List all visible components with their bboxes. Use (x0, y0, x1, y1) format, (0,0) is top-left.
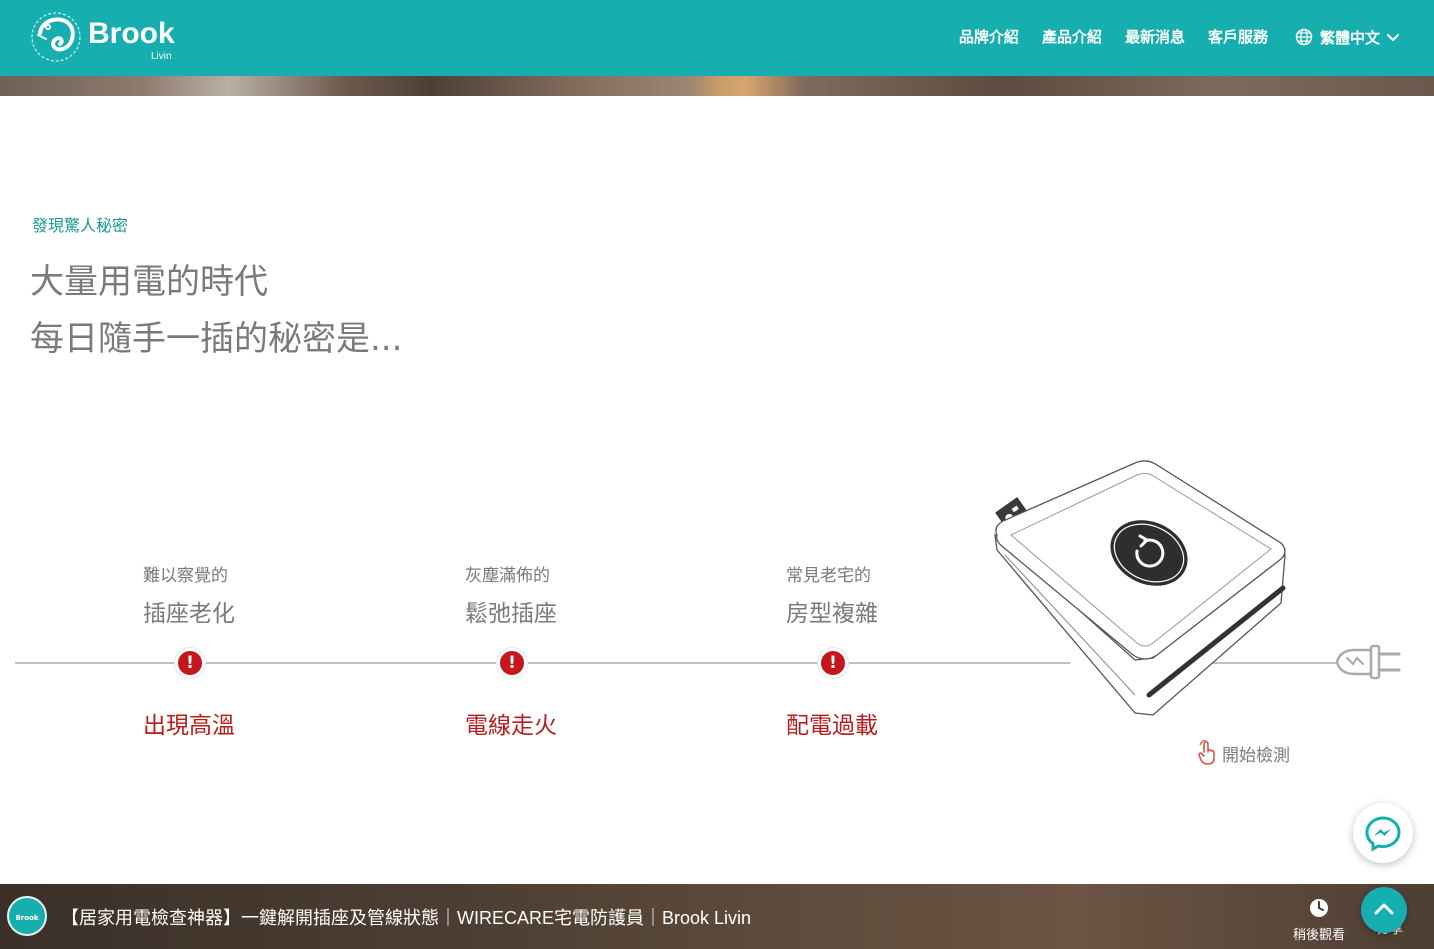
language-label: 繁體中文 (1319, 28, 1380, 47)
headline-line-1: 大量用電的時代 (30, 262, 268, 302)
watch-later-label: 稍後觀看 (1292, 928, 1345, 943)
headline-line-2: 每日隨手一插的秘密是... (30, 319, 403, 359)
channel-avatar-label: Brook (15, 914, 39, 922)
globe-icon (1295, 28, 1313, 46)
logo-subtext: Livin (151, 51, 172, 62)
alert-icon: ! (818, 648, 848, 678)
channel-avatar[interactable]: Brook (7, 896, 47, 936)
risk-2-title: 鬆弛插座 (465, 601, 557, 627)
video-title[interactable]: 【居家用電檢查神器】一鍵解開插座及管線狀態｜WIRECARE宅電防護員｜Broo… (61, 904, 751, 930)
messenger-icon (1365, 816, 1401, 852)
alert-icon: ! (497, 648, 527, 678)
plug-icon (1335, 644, 1401, 680)
page: Brook Livin 品牌介紹 產品介紹 最新消息 客戶服務 繁體中文 發現驚… (0, 0, 1434, 949)
risk-3-alert: 配電過載 (786, 713, 878, 739)
risk-1-sub: 難以察覺的 (143, 566, 228, 586)
risk-1-title: 插座老化 (143, 601, 235, 627)
start-detection-button[interactable]: 開始檢測 (1196, 740, 1290, 766)
timeline-line (15, 662, 1070, 664)
wirecare-device-illustration (994, 460, 1286, 716)
risk-2-alert: 電線走火 (465, 713, 557, 739)
nav-brand[interactable]: 品牌介紹 (959, 24, 1019, 50)
risk-1-alert: 出現高溫 (143, 713, 235, 739)
nav-news[interactable]: 最新消息 (1125, 24, 1185, 50)
back-to-top-button[interactable] (1361, 887, 1407, 933)
brand-logo[interactable]: Brook Livin (28, 9, 188, 65)
start-detection-label: 開始檢測 (1222, 745, 1290, 766)
chevron-up-icon (1374, 903, 1394, 915)
chameleon-logo-icon (31, 12, 81, 62)
clock-icon (1310, 899, 1328, 917)
video-info-bar: Brook 【居家用電檢查神器】一鍵解開插座及管線狀態｜WIRECARE宅電防護… (0, 884, 1434, 949)
logo-wordmark: Brook (88, 17, 175, 50)
main-nav: 品牌介紹 產品介紹 最新消息 客戶服務 繁體中文 (936, 24, 1400, 50)
nav-products[interactable]: 產品介紹 (1042, 24, 1102, 50)
messenger-chat-button[interactable] (1353, 803, 1413, 863)
chevron-down-icon (1387, 34, 1399, 41)
watch-later-button[interactable]: 稍後觀看 (1288, 898, 1350, 943)
section-headline: 大量用電的時代 每日隨手一插的秘密是... (30, 254, 402, 368)
risk-3-title: 房型複雜 (786, 601, 878, 627)
hero-image-strip (0, 76, 1434, 96)
risk-3-sub: 常見老宅的 (786, 566, 871, 586)
section-eyebrow: 發現驚人秘密 (32, 216, 129, 235)
alert-icon: ! (175, 648, 205, 678)
language-selector[interactable]: 繁體中文 (1295, 27, 1400, 48)
site-header: Brook Livin 品牌介紹 產品介紹 最新消息 客戶服務 繁體中文 (0, 0, 1434, 76)
nav-service[interactable]: 客戶服務 (1208, 24, 1268, 50)
risk-2-sub: 灰塵滿佈的 (465, 566, 550, 586)
tap-hand-icon (1198, 740, 1215, 765)
